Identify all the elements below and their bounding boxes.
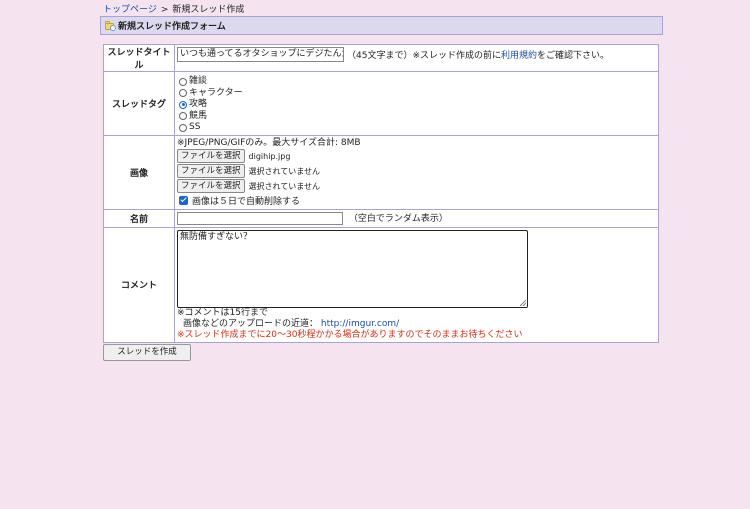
- form-header: 新規スレッド作成フォーム: [100, 16, 663, 35]
- file-name-1: digihip.jpg: [248, 151, 291, 161]
- thread-form-table: スレッドタイトル いつも通ってるオタショップにデジたんがいた（45文字まで）※ス…: [103, 44, 659, 343]
- tag-option-zatsudan[interactable]: 雑談: [177, 76, 656, 88]
- tag-radio-2[interactable]: [179, 100, 187, 109]
- tag-label-1: キャラクター: [189, 87, 243, 98]
- upload-note-prefix: 画像などのアップロードの近道：: [183, 318, 319, 329]
- title-note-prefix: （45文字まで）※スレッド作成の前に: [347, 50, 501, 61]
- comment-label: コメント: [103, 226, 175, 343]
- name-note: （空白でランダム表示）: [348, 214, 448, 224]
- tag-label-0: 雑談: [189, 76, 208, 87]
- name-row: 名前 （空白でランダム表示）: [103, 208, 659, 228]
- file-name-3: 選択されていません: [248, 181, 321, 191]
- tag-option-kouryaku[interactable]: 攻略: [177, 99, 656, 111]
- file-input-3: ファイルを選択 選択されていません: [177, 179, 656, 194]
- tag-label-4: SS: [189, 122, 201, 133]
- choose-file-button-2[interactable]: ファイルを選択: [177, 164, 245, 178]
- tag-radio-3[interactable]: [179, 112, 187, 121]
- choose-file-button-3[interactable]: ファイルを選択: [177, 179, 245, 193]
- name-input[interactable]: [177, 211, 343, 225]
- image-row: 画像 ※JPEG/PNG/GIFのみ。最大サイズ合計: 8MB ファイルを選択 …: [103, 134, 659, 210]
- create-thread-button[interactable]: スレッドを作成: [103, 344, 191, 361]
- breadcrumb-separator: >: [160, 5, 169, 15]
- name-label: 名前: [103, 208, 175, 228]
- upload-note: 画像などのアップロードの近道： http://imgur.com/: [177, 319, 656, 330]
- auto-delete-option[interactable]: 画像は５日で自動削除する: [177, 194, 656, 207]
- tag-option-keiba[interactable]: 競馬: [177, 111, 656, 123]
- tags-label: スレッドタグ: [103, 71, 175, 136]
- title-label: スレッドタイトル: [103, 44, 175, 72]
- file-input-2: ファイルを選択 選択されていません: [177, 164, 656, 179]
- auto-delete-checkbox[interactable]: [179, 195, 188, 205]
- thread-title-input[interactable]: いつも通ってるオタショップにデジたんがいた: [177, 47, 344, 62]
- auto-delete-label: 画像は５日で自動削除する: [192, 196, 301, 207]
- comment-row: コメント 無防備すぎない？ ※コメントは15行まで 画像などのアップロードの近道…: [103, 226, 659, 343]
- comment-lines-note: ※コメントは15行まで: [177, 307, 268, 318]
- image-label: 画像: [103, 134, 175, 210]
- tag-label-3: 競馬: [189, 110, 208, 121]
- wait-warning: ※スレッド作成までに20～30秒程かかる場合がありますのでそのままお待ちください: [177, 329, 523, 340]
- tags-row: スレッドタグ 雑談 キャラクター 攻略 競馬 SS: [103, 71, 659, 136]
- tag-label-2: 攻略: [189, 99, 208, 110]
- title-note-suffix: をご確認下さい。: [537, 50, 610, 61]
- file-input-1: ファイルを選択 digihip.jpg: [177, 149, 656, 164]
- choose-file-button-1[interactable]: ファイルを選択: [177, 149, 245, 163]
- comment-textarea[interactable]: 無防備すぎない？: [177, 229, 528, 308]
- breadcrumb-current: 新規スレッド作成: [172, 5, 245, 15]
- breadcrumb: トップページ > 新規スレッド作成: [103, 5, 244, 16]
- resize-grip-icon[interactable]: [520, 299, 526, 306]
- form-header-title: 新規スレッド作成フォーム: [118, 22, 226, 32]
- image-note: ※JPEG/PNG/GIFのみ。最大サイズ合計: 8MB: [177, 137, 361, 148]
- title-row: スレッドタイトル いつも通ってるオタショップにデジたんがいた（45文字まで）※ス…: [103, 44, 659, 72]
- tag-radio-4[interactable]: [179, 123, 187, 132]
- tag-option-character[interactable]: キャラクター: [177, 88, 656, 100]
- tag-radio-1[interactable]: [179, 89, 187, 98]
- file-name-2: 選択されていません: [248, 166, 321, 176]
- breadcrumb-home-link[interactable]: トップページ: [103, 5, 157, 15]
- folder-new-icon: [105, 21, 116, 31]
- tag-option-ss[interactable]: SS: [177, 122, 656, 134]
- tag-radio-0[interactable]: [179, 77, 187, 86]
- terms-link[interactable]: 利用規約: [501, 51, 537, 61]
- imgur-link[interactable]: http://imgur.com/: [321, 319, 399, 329]
- title-note: （45文字まで）※スレッド作成の前に利用規約をご確認下さい。: [347, 51, 609, 61]
- comment-text: 無防備すぎない？: [180, 231, 253, 242]
